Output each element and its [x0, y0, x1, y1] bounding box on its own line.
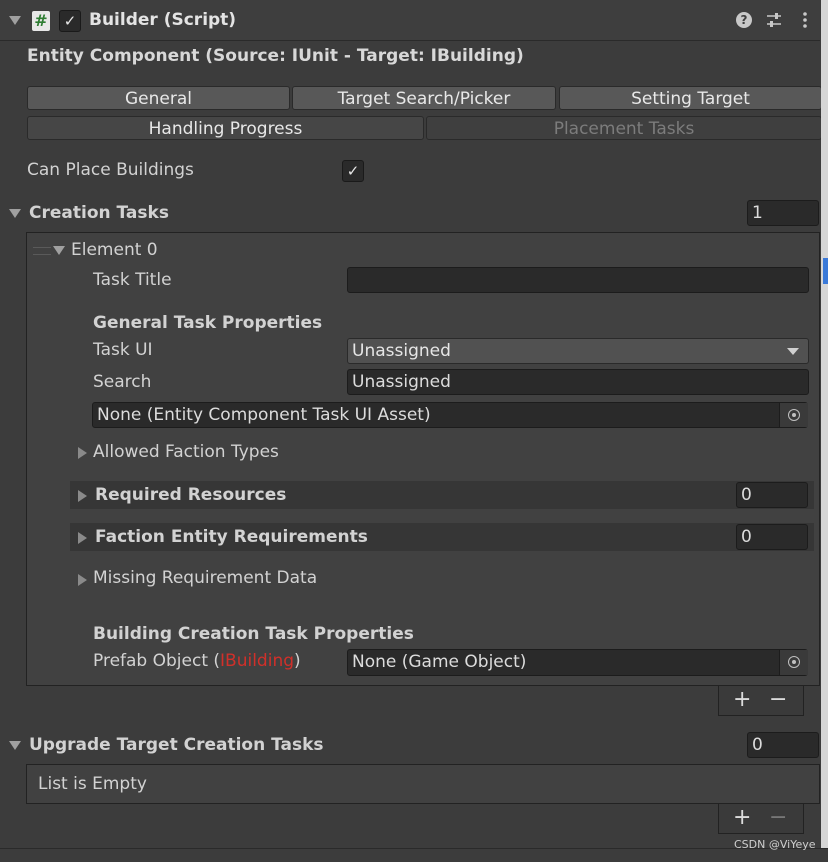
- can-place-buildings-checkbox[interactable]: ✓: [342, 160, 364, 182]
- creation-tasks-size-field[interactable]: 1: [747, 200, 819, 226]
- missing-requirement-data-label[interactable]: Missing Requirement Data: [93, 568, 317, 588]
- task-title-input[interactable]: [347, 267, 809, 293]
- element-0-foldout-icon[interactable]: [53, 246, 65, 255]
- task-ui-label: Task UI: [93, 340, 153, 360]
- scrollbar-track[interactable]: [821, 0, 828, 848]
- task-ui-value: Unassigned: [352, 341, 451, 361]
- dropdown-arrow-icon: [787, 348, 799, 355]
- help-icon[interactable]: ?: [736, 12, 752, 28]
- search-input[interactable]: Unassigned: [347, 369, 809, 395]
- prefab-object-label: Prefab Object (IBuilding): [93, 651, 301, 671]
- task-ui-asset-object-field[interactable]: None (Entity Component Task UI Asset): [92, 402, 808, 428]
- creation-tasks-foldout-icon[interactable]: [9, 209, 21, 218]
- allowed-faction-foldout-icon[interactable]: [78, 447, 87, 459]
- required-resources-label[interactable]: Required Resources: [95, 485, 286, 505]
- missing-requirement-foldout-icon[interactable]: [78, 574, 87, 586]
- can-place-buildings-label: Can Place Buildings: [27, 160, 194, 180]
- watermark: CSDN @ViYeye: [734, 838, 816, 851]
- creation-tasks-footer: [718, 686, 804, 716]
- search-label: Search: [93, 372, 152, 392]
- prefab-object-field[interactable]: None (Game Object): [347, 649, 808, 676]
- creation-tasks-label: Creation Tasks: [29, 203, 169, 223]
- upgrade-tasks-foldout-icon[interactable]: [9, 741, 21, 750]
- prefab-type-highlight: IBuilding: [220, 651, 295, 671]
- drag-handle-icon[interactable]: [33, 247, 51, 255]
- allowed-faction-types-label[interactable]: Allowed Faction Types: [93, 442, 279, 462]
- entity-component-subtitle: Entity Component (Source: IUnit - Target…: [27, 46, 524, 66]
- faction-requirements-size-field[interactable]: 0: [736, 524, 808, 550]
- tab-handling-progress[interactable]: Handling Progress: [27, 116, 424, 140]
- prefab-object-value: None (Game Object): [352, 652, 527, 672]
- required-resources-foldout-icon[interactable]: [78, 490, 87, 502]
- tab-placement-tasks[interactable]: Placement Tasks: [426, 116, 822, 140]
- tab-general[interactable]: General: [27, 86, 290, 110]
- general-task-properties-header: General Task Properties: [93, 313, 323, 333]
- bottom-divider: [0, 848, 828, 849]
- component-enabled-checkbox[interactable]: ✓: [59, 10, 81, 32]
- prefab-suffix: ): [294, 651, 301, 671]
- tab-setting-target[interactable]: Setting Target: [559, 86, 822, 110]
- add-upgrade-button[interactable]: +: [733, 807, 751, 829]
- prefab-prefix: Prefab Object (: [93, 651, 221, 671]
- add-element-button[interactable]: +: [733, 689, 751, 711]
- more-options-icon[interactable]: [800, 11, 810, 29]
- faction-entity-requirements-label[interactable]: Faction Entity Requirements: [95, 527, 368, 547]
- task-ui-asset-value: None (Entity Component Task UI Asset): [97, 405, 431, 425]
- upgrade-target-creation-tasks-label: Upgrade Target Creation Tasks: [29, 735, 324, 755]
- list-is-empty-text: List is Empty: [38, 774, 147, 794]
- faction-requirements-foldout-icon[interactable]: [78, 532, 87, 544]
- component-title: Builder (Script): [89, 10, 237, 30]
- script-hash-icon: #: [32, 11, 50, 31]
- task-title-label: Task Title: [93, 270, 172, 290]
- task-ui-dropdown[interactable]: Unassigned: [347, 338, 809, 364]
- element-0-label: Element 0: [71, 240, 158, 260]
- building-creation-task-properties-header: Building Creation Task Properties: [93, 624, 414, 644]
- scrollbar-thumb[interactable]: [823, 258, 828, 284]
- tab-target-search-picker[interactable]: Target Search/Picker: [292, 86, 556, 110]
- remove-upgrade-button[interactable]: −: [769, 807, 787, 829]
- prefab-picker-button[interactable]: [779, 650, 808, 675]
- presets-icon[interactable]: [765, 11, 783, 29]
- asset-picker-button[interactable]: [779, 403, 808, 427]
- collapse-arrow-icon[interactable]: [9, 16, 21, 25]
- required-resources-size-field[interactable]: 0: [736, 482, 808, 508]
- upgrade-tasks-size-field[interactable]: 0: [747, 732, 819, 758]
- upgrade-tasks-footer: [718, 804, 804, 834]
- remove-element-button[interactable]: −: [769, 689, 787, 711]
